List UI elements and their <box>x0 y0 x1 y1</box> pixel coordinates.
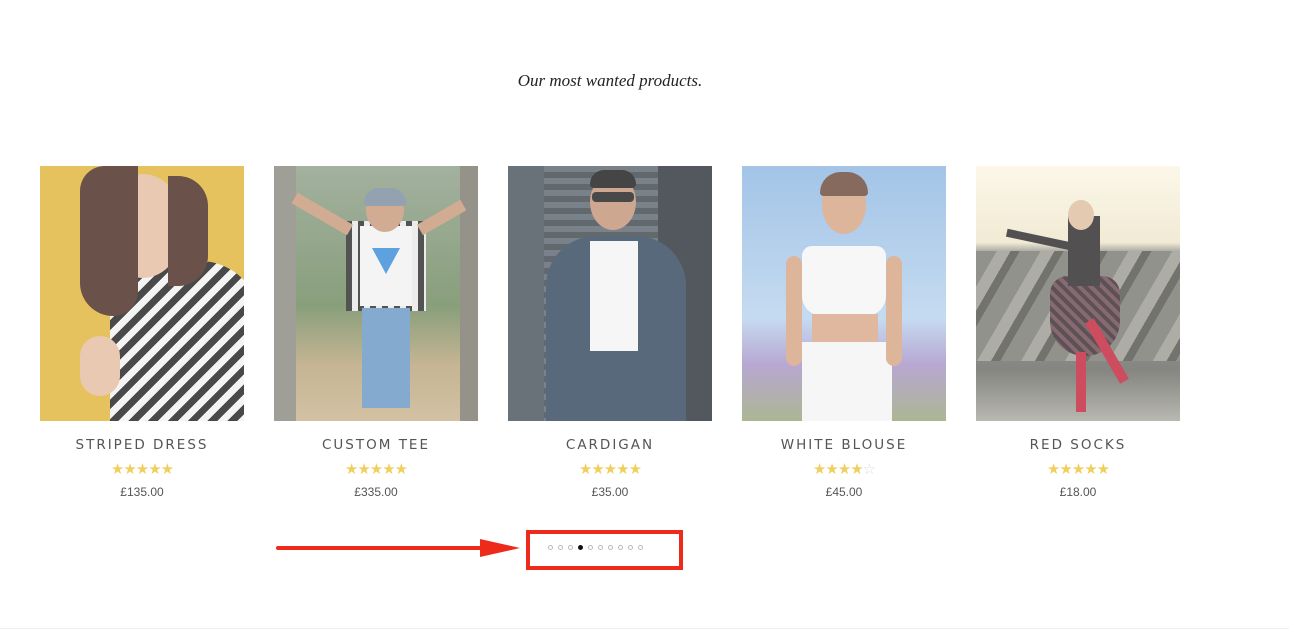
product-rating-stars: ★★★★★ <box>578 460 642 478</box>
product-rating-stars: ★★★★★ <box>344 460 408 478</box>
product-card[interactable]: RED SOCKS ★★★★★ £18.00 <box>976 166 1180 499</box>
product-price: £45.00 <box>825 485 863 499</box>
product-name[interactable]: RED SOCKS <box>976 437 1180 453</box>
annotation-arrow-line <box>276 546 486 550</box>
product-price: £135.00 <box>120 485 164 499</box>
product-rating-stars: ★★★★★ <box>1046 460 1110 478</box>
product-image-red-socks[interactable] <box>976 166 1180 421</box>
product-card[interactable]: WHITE BLOUSE ★★★★☆ £45.00 <box>742 166 946 499</box>
product-card[interactable]: STRIPED DRESS ★★★★★ £135.00 <box>40 166 244 499</box>
product-name[interactable]: CARDIGAN <box>508 437 712 453</box>
annotation-arrow-head <box>480 539 520 557</box>
product-image-cardigan[interactable] <box>508 166 712 421</box>
product-image-white-blouse[interactable] <box>742 166 946 421</box>
product-price: £35.00 <box>591 485 629 499</box>
product-price: £18.00 <box>1059 485 1097 499</box>
product-card[interactable]: CUSTOM TEE ★★★★★ £335.00 <box>274 166 478 499</box>
product-image-custom-tee[interactable] <box>274 166 478 421</box>
section-tagline: Our most wanted products. <box>517 71 703 90</box>
product-price: £335.00 <box>354 485 398 499</box>
product-image-striped-dress[interactable] <box>40 166 244 421</box>
product-name[interactable]: STRIPED DRESS <box>40 437 244 453</box>
section-divider <box>0 628 1289 629</box>
product-name[interactable]: WHITE BLOUSE <box>742 437 946 453</box>
product-rating-stars: ★★★★☆ <box>812 460 876 478</box>
annotation-highlight-box <box>526 530 683 570</box>
product-card[interactable]: CARDIGAN ★★★★★ £35.00 <box>508 166 712 499</box>
product-name[interactable]: CUSTOM TEE <box>274 437 478 453</box>
product-rating-stars: ★★★★★ <box>110 460 174 478</box>
